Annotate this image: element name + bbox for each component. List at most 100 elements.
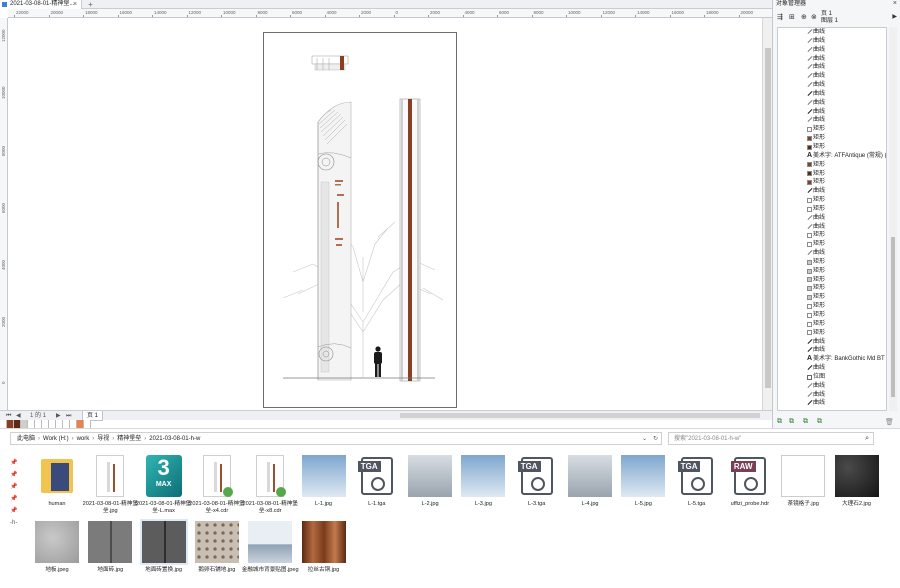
file-item[interactable]: 地板.jpeg <box>30 519 84 583</box>
canvas-horizontal-scrollbar[interactable] <box>400 413 760 418</box>
object-tree-item[interactable]: 曲线 <box>778 108 886 117</box>
object-tree-item[interactable]: 矩形 <box>778 276 886 285</box>
quick-access-pin-icon[interactable]: 📌 <box>10 505 24 517</box>
file-item[interactable]: 金融城市背景贴图.jpeg <box>242 519 299 583</box>
file-item[interactable]: 拉丝古铜.jpg <box>297 519 351 583</box>
layer-options-icon[interactable]: ⇶ <box>777 13 783 21</box>
quick-access-pin-icon[interactable]: -h- <box>10 517 24 529</box>
new-master-layer-even-icon[interactable]: ⧉ <box>803 418 808 426</box>
document-tab[interactable]: 2021-03-08-01-精神堡... × <box>0 0 82 9</box>
breadcrumb-item[interactable]: 2021-03-08-01-h-w <box>149 436 200 442</box>
object-tree-item[interactable]: 曲线 <box>778 90 886 99</box>
file-item[interactable]: 2021-03-08-01-精神堡垒.jpg <box>83 453 138 517</box>
file-item[interactable]: 2021-03-08-01-精神堡垒-x8.cdr <box>243 453 298 517</box>
new-master-layer-icon[interactable]: ⧉ <box>789 418 794 426</box>
refresh-icon[interactable]: ↻ <box>653 433 658 445</box>
object-tree-item[interactable]: 矩形 <box>778 125 886 134</box>
breadcrumb-item[interactable]: 精神堡垒 <box>117 436 141 442</box>
object-tree-item[interactable]: A 美术字: ATFAntique (常规) (I... <box>778 152 886 161</box>
quick-access-pin-icon[interactable]: 📌 <box>10 481 24 493</box>
canvas-vertical-scrollbar[interactable] <box>762 18 772 410</box>
file-item[interactable]: 鹅卵石铺地.jpg <box>190 519 244 583</box>
file-item[interactable]: TGA L-1.tga <box>350 453 404 517</box>
show-properties-icon[interactable]: ⊞ <box>789 13 795 21</box>
object-tree-item[interactable]: 矩形 <box>778 205 886 214</box>
object-tree-item[interactable]: 曲线 <box>778 116 886 125</box>
object-tree-item[interactable]: 曲线 <box>778 55 886 64</box>
object-tree-item[interactable]: 曲线 <box>778 364 886 373</box>
object-tree-item[interactable]: 曲线 <box>778 249 886 258</box>
file-item[interactable]: RAW uffizi_probe.hdr <box>723 453 777 517</box>
object-tree-item[interactable]: 曲线 <box>778 63 886 72</box>
object-tree-item[interactable]: 曲线 <box>778 99 886 108</box>
object-tree-item[interactable]: 矩形 <box>778 284 886 293</box>
object-tree-item[interactable]: 矩形 <box>778 143 886 152</box>
file-item[interactable]: L-5.jpg <box>616 453 670 517</box>
object-tree[interactable]: 曲线 曲线 曲线 曲线 曲线 曲线 曲线 曲线 曲线 曲线 曲线 矩形 矩形 矩形 A 美术字: ATFAnt… <box>777 27 887 411</box>
file-item[interactable]: TGA L-3.tga <box>510 453 564 517</box>
object-tree-item[interactable]: 曲线 <box>778 214 886 223</box>
file-item[interactable]: L-2.jpg <box>403 453 457 517</box>
new-master-layer-odd-icon[interactable]: ⧉ <box>817 418 822 426</box>
object-tree-item[interactable]: 矩形 <box>778 267 886 276</box>
object-tree-item[interactable]: 矩形 <box>778 311 886 320</box>
object-tree-item[interactable]: 矩形 <box>778 302 886 311</box>
file-item[interactable]: TGA L-5.tga <box>670 453 724 517</box>
search-box[interactable]: 搜索"2021-03-08-01-h-w" ⌕ <box>668 432 874 445</box>
object-tree-item[interactable]: 曲线 <box>778 37 886 46</box>
object-tree-item[interactable]: 曲线 <box>778 187 886 196</box>
filter-icon[interactable]: ⊗ <box>811 13 817 21</box>
search-input[interactable]: 搜索"2021-03-08-01-h-w" <box>674 436 741 442</box>
add-tab-icon[interactable]: + <box>86 0 95 9</box>
object-tree-item[interactable]: 曲线 <box>778 346 886 355</box>
quick-access-pin-icon[interactable]: 📌 <box>10 493 24 505</box>
chevron-right-icon[interactable]: ▶ <box>892 13 897 20</box>
object-tree-item[interactable]: 矩形 <box>778 161 886 170</box>
file-item[interactable]: 2021-03-08-01-精神堡垒-x4.cdr <box>189 453 245 517</box>
object-tree-item[interactable]: 位图 <box>778 373 886 382</box>
object-tree-item[interactable]: 矩形 <box>778 196 886 205</box>
object-tree-item[interactable]: 矩形 <box>778 329 886 338</box>
object-tree-item[interactable]: 矩形 <box>778 293 886 302</box>
breadcrumb-item[interactable]: 此电脑 <box>17 436 35 442</box>
file-item[interactable]: 地面砖置换.jpg <box>137 519 191 583</box>
breadcrumb-item[interactable]: Work (H:) <box>43 436 69 442</box>
artwork[interactable] <box>263 32 457 408</box>
file-item[interactable]: 3 MAX 2021-03-08-01-精神堡垒-L.max <box>136 453 191 517</box>
address-bar[interactable]: ⌄ ↻ 此电脑 › Work (H:) › work › 导视 › 精神堡垒 › 2021-03-0… <box>10 432 662 445</box>
close-icon[interactable]: × <box>893 0 897 8</box>
file-item[interactable]: human <box>30 453 84 517</box>
file-item[interactable]: L-4.jpg <box>563 453 617 517</box>
object-tree-item[interactable]: 曲线 <box>778 382 886 391</box>
object-tree-item[interactable]: 矩形 <box>778 231 886 240</box>
breadcrumb-item[interactable]: 导视 <box>97 436 109 442</box>
object-tree-item[interactable]: 曲线 <box>778 81 886 90</box>
object-tree-item[interactable]: 矩形 <box>778 240 886 249</box>
object-tree-item[interactable]: 矩形 <box>778 320 886 329</box>
object-tree-item[interactable]: 曲线 <box>778 46 886 55</box>
object-tree-item[interactable]: 曲线 <box>778 338 886 347</box>
delete-icon[interactable]: 🗑 <box>885 418 894 426</box>
file-item[interactable]: 地面砖.jpg <box>83 519 137 583</box>
horizontal-ruler[interactable]: 22000 20000 18000 16000 14000 12000 10000 8000 6… <box>8 9 772 18</box>
object-tree-item[interactable]: 曲线 <box>778 399 886 408</box>
file-item[interactable]: 大理石2.jpg <box>830 453 884 517</box>
drawing-canvas[interactable] <box>8 18 762 410</box>
quick-access-pin-icon[interactable]: 📌 <box>10 457 24 469</box>
file-item[interactable]: 茶镜格子.jpg <box>776 453 830 517</box>
file-item[interactable]: L-1.jpg <box>297 453 351 517</box>
object-tree-item[interactable]: 曲线 <box>778 72 886 81</box>
object-tree-scrollbar[interactable] <box>889 27 897 411</box>
file-item[interactable]: L-3.jpg <box>456 453 510 517</box>
object-tree-item[interactable]: A 美术字: BankGothic Md BT (... <box>778 355 886 364</box>
object-tree-item[interactable]: 矩形 <box>778 134 886 143</box>
object-tree-item[interactable]: 曲线 <box>778 28 886 37</box>
object-tree-item[interactable]: 曲线 <box>778 223 886 232</box>
object-tree-item[interactable]: 矩形 <box>778 170 886 179</box>
close-icon[interactable]: × <box>73 0 77 9</box>
vertical-ruler[interactable]: 12000 10000 8000 6000 4000 2000 0 <box>0 18 8 410</box>
object-tree-item[interactable]: 矩形 <box>778 258 886 267</box>
new-layer-icon[interactable]: ⧉ <box>777 418 782 426</box>
view-icon[interactable]: ⊕ <box>801 13 807 21</box>
object-tree-item[interactable]: 曲线 <box>778 391 886 400</box>
